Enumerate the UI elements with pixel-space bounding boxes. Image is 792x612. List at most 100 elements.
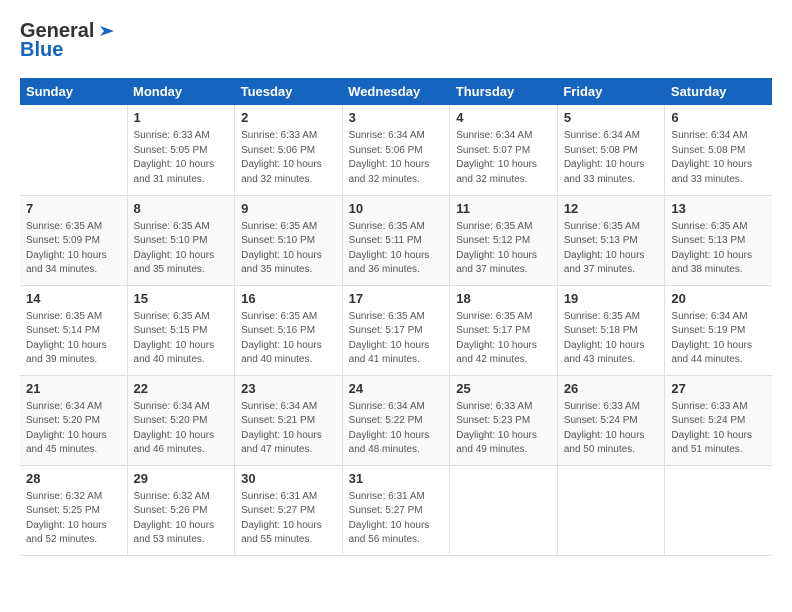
day-number: 26 (564, 380, 659, 398)
calendar-cell: 26 Sunrise: 6:33 AM Sunset: 5:24 PM Dayli… (557, 375, 665, 465)
day-number: 18 (456, 290, 551, 308)
calendar-cell: 25 Sunrise: 6:33 AM Sunset: 5:23 PM Dayli… (450, 375, 558, 465)
day-number: 20 (671, 290, 766, 308)
calendar-cell: 19Sunrise: 6:35 AM Sunset: 5:18 PM Dayli… (557, 285, 665, 375)
day-number: 1 (134, 109, 229, 127)
day-number: 5 (564, 109, 659, 127)
calendar-cell: 22Sunrise: 6:34 AM Sunset: 5:20 PM Dayli… (127, 375, 235, 465)
calendar-table: SundayMondayTuesdayWednesdayThursdayFrid… (20, 78, 772, 556)
day-number: 27 (671, 380, 766, 398)
day-number: 25 (456, 380, 551, 398)
day-details: Sunrise: 6:34 AM Sunset: 5:20 PM Dayligh… (134, 400, 229, 458)
calendar-cell: 29Sunrise: 6:32 AM Sunset: 5:26 PM Dayli… (127, 465, 235, 555)
calendar-cell: 16 Sunrise: 6:35 AM Sunset: 5:16 PM Dayli… (235, 285, 343, 375)
calendar-cell: 20 Sunrise: 6:34 AM Sunset: 5:19 PM Dayli… (665, 285, 772, 375)
calendar-cell: 31Sunrise: 6:31 AM Sunset: 5:27 PM Dayli… (342, 465, 450, 555)
day-number: 12 (564, 200, 659, 218)
week-row-2: 7 Sunrise: 6:35 AM Sunset: 5:09 PM Daylig… (20, 195, 772, 285)
calendar-cell (557, 465, 665, 555)
day-details: Sunrise: 6:34 AM Sunset: 5:08 PM Dayligh… (564, 129, 659, 187)
day-number: 7 (26, 200, 121, 218)
day-details: Sunrise: 6:32 AM Sunset: 5:25 PM Dayligh… (26, 490, 121, 548)
calendar-cell: 1 Sunrise: 6:33 AM Sunset: 5:05 PM Daylig… (127, 105, 235, 195)
logo-blue-text: Blue (20, 39, 63, 62)
day-details: Sunrise: 6:35 AM Sunset: 5:16 PM Dayligh… (241, 310, 336, 368)
logo: General Blue (20, 20, 114, 62)
calendar-cell: 30Sunrise: 6:31 AM Sunset: 5:27 PM Dayli… (235, 465, 343, 555)
calendar-cell: 17 Sunrise: 6:35 AM Sunset: 5:17 PM Dayli… (342, 285, 450, 375)
calendar-cell: 2Sunrise: 6:33 AM Sunset: 5:06 PM Daylig… (235, 105, 343, 195)
day-number: 16 (241, 290, 336, 308)
day-details: Sunrise: 6:35 AM Sunset: 5:17 PM Dayligh… (456, 310, 551, 368)
day-number: 17 (349, 290, 444, 308)
day-details: Sunrise: 6:34 AM Sunset: 5:08 PM Dayligh… (671, 129, 766, 187)
day-number: 11 (456, 200, 551, 218)
calendar-cell: 8Sunrise: 6:35 AM Sunset: 5:10 PM Daylig… (127, 195, 235, 285)
calendar-cell (20, 105, 127, 195)
day-number: 14 (26, 290, 121, 308)
day-details: Sunrise: 6:35 AM Sunset: 5:17 PM Dayligh… (349, 310, 444, 368)
day-number: 23 (241, 380, 336, 398)
day-details: Sunrise: 6:35 AM Sunset: 5:10 PM Dayligh… (241, 220, 336, 278)
col-header-friday: Friday (557, 78, 665, 105)
calendar-cell: 10 Sunrise: 6:35 AM Sunset: 5:11 PM Dayli… (342, 195, 450, 285)
day-details: Sunrise: 6:33 AM Sunset: 5:06 PM Dayligh… (241, 129, 336, 187)
day-number: 21 (26, 380, 121, 398)
col-header-tuesday: Tuesday (235, 78, 343, 105)
day-number: 9 (241, 200, 336, 218)
day-details: Sunrise: 6:35 AM Sunset: 5:13 PM Dayligh… (564, 220, 659, 278)
calendar-cell: 24 Sunrise: 6:34 AM Sunset: 5:22 PM Dayli… (342, 375, 450, 465)
week-row-3: 14 Sunrise: 6:35 AM Sunset: 5:14 PM Dayli… (20, 285, 772, 375)
day-details: Sunrise: 6:35 AM Sunset: 5:11 PM Dayligh… (349, 220, 444, 278)
calendar-cell (450, 465, 558, 555)
col-header-thursday: Thursday (450, 78, 558, 105)
day-number: 28 (26, 470, 121, 488)
calendar-cell: 21 Sunrise: 6:34 AM Sunset: 5:20 PM Dayli… (20, 375, 127, 465)
week-row-4: 21 Sunrise: 6:34 AM Sunset: 5:20 PM Dayli… (20, 375, 772, 465)
day-number: 10 (349, 200, 444, 218)
calendar-cell: 11Sunrise: 6:35 AM Sunset: 5:12 PM Dayli… (450, 195, 558, 285)
day-details: Sunrise: 6:34 AM Sunset: 5:20 PM Dayligh… (26, 400, 121, 458)
calendar-cell: 7 Sunrise: 6:35 AM Sunset: 5:09 PM Daylig… (20, 195, 127, 285)
day-details: Sunrise: 6:34 AM Sunset: 5:22 PM Dayligh… (349, 400, 444, 458)
calendar-cell: 3Sunrise: 6:34 AM Sunset: 5:06 PM Daylig… (342, 105, 450, 195)
day-details: Sunrise: 6:35 AM Sunset: 5:09 PM Dayligh… (26, 220, 121, 278)
calendar-cell: 18 Sunrise: 6:35 AM Sunset: 5:17 PM Dayli… (450, 285, 558, 375)
day-details: Sunrise: 6:35 AM Sunset: 5:13 PM Dayligh… (671, 220, 766, 278)
day-number: 13 (671, 200, 766, 218)
logo-bird-icon (96, 22, 114, 40)
calendar-cell: 12 Sunrise: 6:35 AM Sunset: 5:13 PM Dayli… (557, 195, 665, 285)
day-number: 15 (134, 290, 229, 308)
day-details: Sunrise: 6:34 AM Sunset: 5:21 PM Dayligh… (241, 400, 336, 458)
calendar-cell: 15 Sunrise: 6:35 AM Sunset: 5:15 PM Dayli… (127, 285, 235, 375)
day-details: Sunrise: 6:33 AM Sunset: 5:24 PM Dayligh… (564, 400, 659, 458)
day-details: Sunrise: 6:33 AM Sunset: 5:05 PM Dayligh… (134, 129, 229, 187)
col-header-sunday: Sunday (20, 78, 127, 105)
calendar-cell: 5 Sunrise: 6:34 AM Sunset: 5:08 PM Daylig… (557, 105, 665, 195)
col-header-wednesday: Wednesday (342, 78, 450, 105)
calendar-cell: 6 Sunrise: 6:34 AM Sunset: 5:08 PM Daylig… (665, 105, 772, 195)
header-row: SundayMondayTuesdayWednesdayThursdayFrid… (20, 78, 772, 105)
day-details: Sunrise: 6:35 AM Sunset: 5:15 PM Dayligh… (134, 310, 229, 368)
day-details: Sunrise: 6:33 AM Sunset: 5:23 PM Dayligh… (456, 400, 551, 458)
day-details: Sunrise: 6:34 AM Sunset: 5:19 PM Dayligh… (671, 310, 766, 368)
day-details: Sunrise: 6:33 AM Sunset: 5:24 PM Dayligh… (671, 400, 766, 458)
week-row-1: 1 Sunrise: 6:33 AM Sunset: 5:05 PM Daylig… (20, 105, 772, 195)
day-number: 19 (564, 290, 659, 308)
col-header-saturday: Saturday (665, 78, 772, 105)
week-row-5: 28 Sunrise: 6:32 AM Sunset: 5:25 PM Dayli… (20, 465, 772, 555)
day-details: Sunrise: 6:31 AM Sunset: 5:27 PM Dayligh… (349, 490, 444, 548)
day-number: 24 (349, 380, 444, 398)
col-header-monday: Monday (127, 78, 235, 105)
day-number: 29 (134, 470, 229, 488)
calendar-cell: 9 Sunrise: 6:35 AM Sunset: 5:10 PM Daylig… (235, 195, 343, 285)
calendar-cell: 13 Sunrise: 6:35 AM Sunset: 5:13 PM Dayli… (665, 195, 772, 285)
day-details: Sunrise: 6:31 AM Sunset: 5:27 PM Dayligh… (241, 490, 336, 548)
day-details: Sunrise: 6:35 AM Sunset: 5:14 PM Dayligh… (26, 310, 121, 368)
calendar-cell: 4Sunrise: 6:34 AM Sunset: 5:07 PM Daylig… (450, 105, 558, 195)
calendar-cell (665, 465, 772, 555)
day-number: 3 (349, 109, 444, 127)
day-details: Sunrise: 6:35 AM Sunset: 5:10 PM Dayligh… (134, 220, 229, 278)
calendar-cell: 27 Sunrise: 6:33 AM Sunset: 5:24 PM Dayli… (665, 375, 772, 465)
day-number: 6 (671, 109, 766, 127)
